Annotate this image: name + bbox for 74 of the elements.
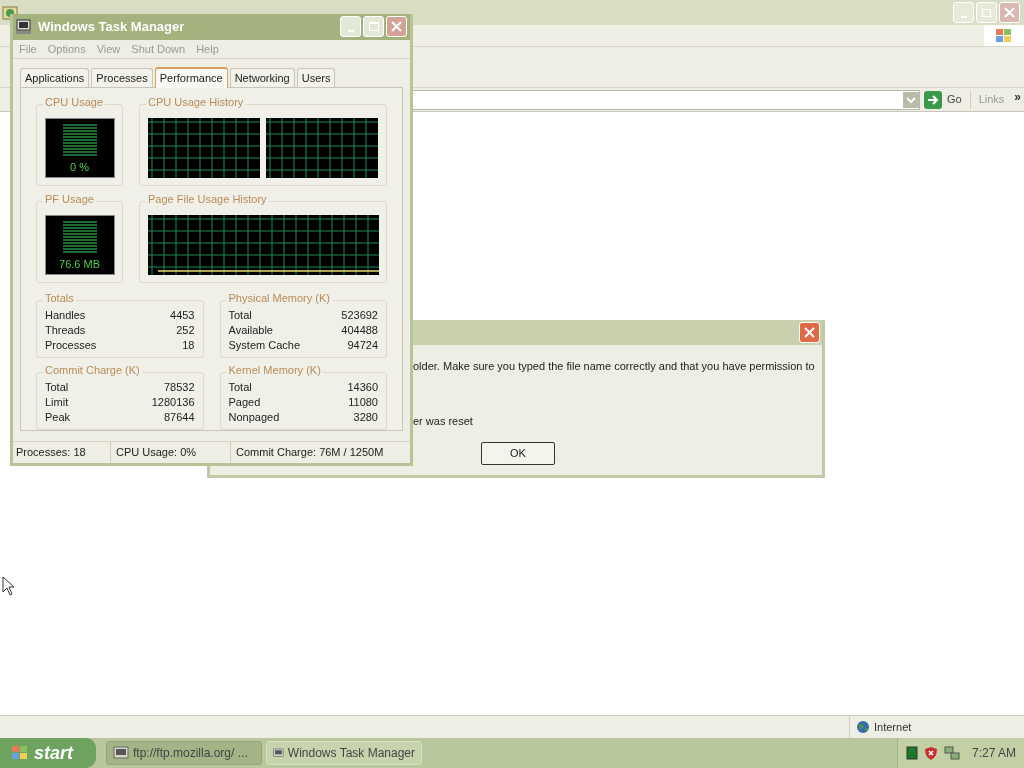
- meter-reading: 0 %: [70, 161, 89, 173]
- minimize-button[interactable]: [953, 2, 974, 23]
- stat-value: 18: [182, 337, 195, 353]
- meter-bar: [62, 220, 97, 253]
- stat-value: 94724: [347, 337, 378, 353]
- tab[interactable]: Networking: [229, 67, 295, 87]
- group-label: Physical Memory (K): [226, 292, 332, 304]
- stat-label: Paged: [228, 394, 261, 410]
- computer-icon: [16, 18, 32, 35]
- window-icon: [113, 745, 129, 761]
- stat-label: Total: [45, 379, 69, 395]
- stat-label: Peak: [45, 409, 71, 425]
- clock: 7:27 AM: [971, 745, 1016, 762]
- tab[interactable]: Users: [296, 67, 336, 87]
- stat-value: 11080: [348, 394, 378, 410]
- stat-value: 4453: [170, 307, 195, 323]
- restore-button[interactable]: [976, 2, 997, 23]
- shield-icon: [923, 745, 938, 761]
- stat-value: 14360: [347, 379, 378, 395]
- stat-value: 523692: [341, 307, 378, 323]
- stat-label: Limit: [45, 394, 69, 410]
- stat-value: 1280136: [151, 394, 195, 410]
- meter-bar: [62, 123, 97, 156]
- close-button[interactable]: [799, 322, 820, 343]
- group-label: Totals: [43, 292, 76, 304]
- ok-button[interactable]: OK: [481, 442, 555, 465]
- tab[interactable]: Applications: [20, 67, 90, 87]
- taskbar-button[interactable]: ftp://ftp.mozilla.org/ ...: [106, 741, 262, 765]
- globe-icon: [856, 720, 870, 734]
- close-icon: [1004, 7, 1015, 18]
- stat-value: 3280: [353, 409, 378, 425]
- stat-label: Threads: [45, 322, 86, 338]
- group-label: Page File Usage History: [146, 193, 269, 205]
- minimize-button[interactable]: [340, 16, 361, 38]
- stat-value: 252: [176, 322, 195, 338]
- go-button[interactable]: Go: [923, 90, 971, 109]
- group-label: Kernel Memory (K): [226, 364, 323, 376]
- windows-flag-icon: [995, 27, 1013, 44]
- close-button[interactable]: [999, 2, 1020, 23]
- stat-label: Total: [228, 307, 252, 323]
- stat-label: System Cache: [228, 337, 301, 353]
- dialog-message: er was reset: [413, 413, 474, 429]
- close-icon: [804, 327, 815, 338]
- chevron-icon[interactable]: »: [1014, 87, 1021, 106]
- stat-label: Total: [228, 379, 252, 395]
- group-label: CPU Usage History: [146, 96, 246, 108]
- monitor-icon: [905, 746, 918, 760]
- taskbar-button[interactable]: Windows Task Manager: [266, 741, 422, 765]
- stat-value: 87644: [163, 409, 195, 425]
- zone-label: Internet: [874, 719, 912, 735]
- group-label: Commit Charge (K): [43, 364, 142, 376]
- network-icon: [943, 745, 960, 761]
- stat-value: 78532: [163, 379, 195, 395]
- group-label: PF Usage: [43, 193, 96, 205]
- window-title: Windows Task Manager: [38, 18, 186, 37]
- maximize-button[interactable]: [363, 16, 384, 38]
- dialog-message: older. Make sure you typed the file name correctly and that you have permission to: [413, 359, 816, 374]
- group-label: CPU Usage: [43, 96, 106, 108]
- stat-label: Handles: [45, 307, 86, 323]
- close-button[interactable]: [386, 16, 407, 38]
- status-text: CPU Usage: 0%: [110, 442, 230, 463]
- status-text: Processes: 18: [15, 445, 87, 461]
- tab[interactable]: Performance: [154, 66, 228, 88]
- close-icon: [391, 21, 402, 33]
- tab[interactable]: Processes: [91, 67, 153, 87]
- meter-reading: 76.6 MB: [59, 258, 100, 270]
- dropdown-icon[interactable]: [902, 91, 919, 108]
- stat-label: Nonpaged: [228, 409, 280, 425]
- mouse-pointer-icon: [2, 576, 14, 596]
- stat-label: Processes: [45, 337, 97, 353]
- status-text: Commit Charge: 76M / 1250M: [230, 442, 410, 463]
- stat-label: Available: [228, 322, 273, 338]
- stat-value: 404488: [341, 322, 378, 338]
- windows-flag-icon: [10, 744, 30, 762]
